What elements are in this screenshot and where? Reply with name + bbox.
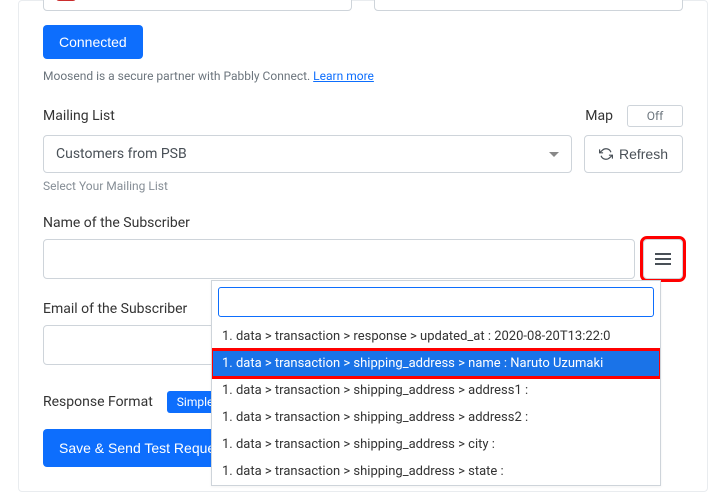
name-subscriber-label: Name of the Subscriber [43,215,683,231]
mailing-list-value: Customers from PSB [56,146,187,162]
learn-more-link[interactable]: Learn more [313,69,374,83]
refresh-icon [599,147,613,161]
app-select[interactable]: Moosend [43,0,352,11]
action-select[interactable]: Add New Subscriber [374,0,683,11]
data-mapper-item[interactable]: 1. data > transaction > response > updat… [212,323,660,350]
connected-button[interactable]: Connected [43,25,143,59]
mailing-list-label: Mailing List [43,108,115,124]
mailing-list-dropdown[interactable]: Customers from PSB [43,135,572,173]
moosend-icon [56,0,76,1]
mailing-list-help: Select Your Mailing List [43,179,683,193]
data-mapper-item[interactable]: 1. data > transaction > shipping_address… [212,377,660,404]
data-mapper-item[interactable]: 1. data > transaction > shipping_address… [212,350,660,377]
refresh-button[interactable]: Refresh [584,135,683,173]
email-subscriber-input[interactable] [43,325,223,365]
data-mapper-item[interactable]: 1. data > transaction > shipping_address… [212,431,660,458]
data-mapper-list[interactable]: 1. data > transaction > response > updat… [212,323,660,485]
data-mapper-item[interactable]: 1. data > transaction > shipping_address… [212,404,660,431]
hamburger-icon [655,250,671,268]
response-format-label: Response Format [43,394,153,410]
partner-helper: Moosend is a secure partner with Pabbly … [43,69,683,83]
data-mapper-item[interactable]: 1. data > transaction > shipping_address… [212,458,660,485]
data-mapper-popup: 1. data > transaction > response > updat… [211,280,661,486]
data-mapper-search[interactable] [218,287,654,317]
chevron-down-icon [549,152,559,157]
map-label: Map [585,108,613,124]
map-data-button[interactable] [643,239,683,279]
name-subscriber-input[interactable] [43,239,635,279]
map-toggle[interactable]: Off [627,105,683,127]
